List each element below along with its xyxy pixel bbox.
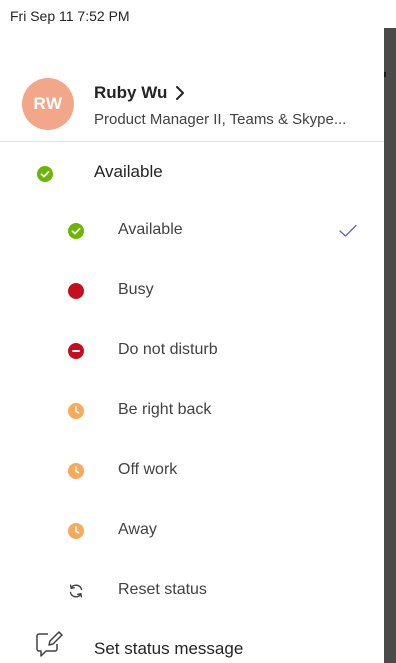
- avatar: RW: [22, 78, 74, 130]
- status-option-off-work[interactable]: Off work: [0, 441, 384, 501]
- status-option-reset-status[interactable]: Reset status: [0, 561, 384, 621]
- status-option-be-right-back[interactable]: Be right back: [0, 381, 384, 441]
- available-icon: [37, 166, 53, 187]
- current-status-row[interactable]: Available: [0, 141, 384, 201]
- edit-icon: [34, 630, 64, 663]
- clock-icon: [68, 523, 84, 544]
- set-status-message-label: Set status message: [94, 639, 244, 658]
- clock-icon: [68, 403, 84, 424]
- status-option-label: Do not disturb: [118, 341, 218, 358]
- status-option-label: Available: [118, 221, 183, 238]
- status-option-label: Be right back: [118, 401, 212, 418]
- status-option-busy[interactable]: Busy: [0, 261, 384, 321]
- status-option-label: Reset status: [118, 581, 207, 598]
- reset-icon: [68, 583, 84, 604]
- chevron-right-icon: [173, 84, 187, 102]
- busy-icon: [68, 283, 84, 304]
- status-option-away[interactable]: Away: [0, 501, 384, 561]
- available-icon: [68, 223, 84, 244]
- profile-header[interactable]: RW Ruby Wu Product Manager II, Teams & S…: [0, 40, 384, 142]
- current-status-label: Available: [94, 162, 163, 181]
- status-time: Fri Sep 11 7:52 PM: [10, 8, 130, 24]
- clock-icon: [68, 463, 84, 484]
- status-option-do-not-disturb[interactable]: Do not disturb: [0, 321, 384, 381]
- do-not-disturb-icon: [68, 343, 84, 364]
- status-option-label: Away: [118, 521, 157, 538]
- profile-name: Ruby Wu: [94, 83, 168, 102]
- checkmark-icon: [338, 223, 358, 244]
- profile-title: Product Manager II, Teams & Skype...: [94, 111, 347, 128]
- profile-name-row[interactable]: Ruby Wu: [94, 83, 187, 103]
- presence-panel: RW Ruby Wu Product Manager II, Teams & S…: [0, 40, 384, 663]
- status-option-available[interactable]: Available: [0, 201, 384, 261]
- scrim-mark: [384, 72, 386, 77]
- background-scrim[interactable]: [384, 28, 396, 663]
- system-status-bar: Fri Sep 11 7:52 PM: [0, 0, 396, 40]
- set-status-message-button[interactable]: Set status message: [0, 630, 384, 663]
- status-option-label: Off work: [118, 461, 178, 478]
- status-option-label: Busy: [118, 281, 154, 298]
